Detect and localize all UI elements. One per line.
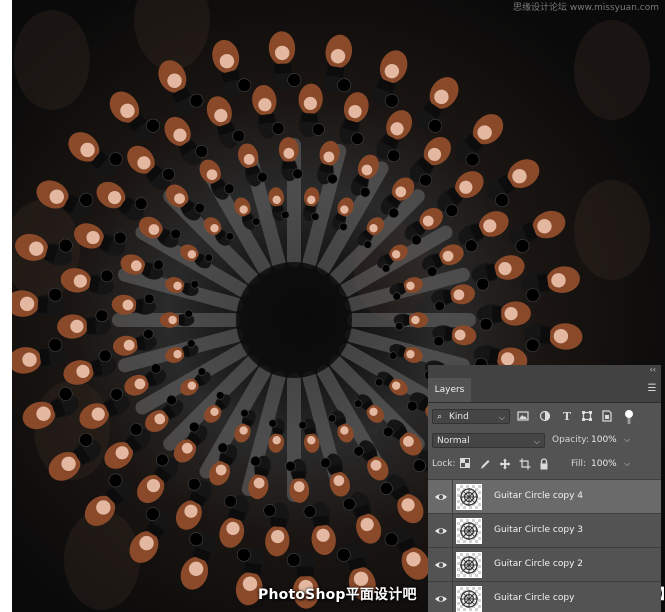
layer-thumbnail [456, 484, 482, 510]
lock-label: Lock: [432, 459, 456, 469]
filter-toggle-icon[interactable] [622, 409, 636, 424]
shape-filter-icon[interactable] [580, 410, 594, 424]
layer-thumbnail [456, 552, 482, 578]
layer-row[interactable]: Guitar Circle copy 2 [428, 547, 661, 582]
fill-label: Fill: [571, 459, 587, 469]
opacity-label: Opacity: [552, 435, 589, 445]
type-filter-icon[interactable]: T [560, 410, 574, 424]
lock-position-icon[interactable] [498, 458, 512, 472]
lock-all-icon[interactable] [537, 458, 551, 472]
smart-object-filter-icon[interactable] [600, 410, 614, 424]
lock-transparent-pixels-icon[interactable] [458, 458, 472, 472]
layer-name: Guitar Circle copy 3 [494, 525, 583, 535]
layer-name: Guitar Circle copy 2 [494, 559, 583, 569]
panel-menu-icon[interactable]: ☰ [645, 382, 659, 396]
fill-value[interactable]: 100% [591, 459, 617, 469]
lock-row: Lock: Fill: 100% ⌵ [428, 455, 661, 475]
fill-chevron-icon[interactable]: ⌵ [624, 459, 630, 469]
visibility-divider [452, 514, 453, 548]
opacity-chevron-icon[interactable]: ⌵ [624, 435, 630, 445]
search-icon: ⌕ [437, 412, 443, 422]
layer-name: Guitar Circle copy 4 [494, 491, 583, 501]
layer-row[interactable]: Guitar Circle copy 3 [428, 513, 661, 548]
opacity-value[interactable]: 100% [591, 435, 617, 445]
top-watermark: 思缘设计论坛 www.missyuan.com [513, 3, 659, 13]
panel-tab-row: Layers ☰ [428, 375, 661, 403]
visibility-divider [452, 480, 453, 514]
layer-row[interactable]: Guitar Circle copy [428, 581, 661, 612]
lock-image-pixels-icon[interactable] [478, 458, 492, 472]
eye-icon[interactable] [434, 592, 448, 606]
double-chevron-left-icon[interactable]: ‹‹ [650, 365, 656, 375]
adjustment-filter-icon[interactable] [538, 410, 552, 424]
kind-filter-label: Kind [449, 412, 469, 422]
lock-artboard-icon[interactable] [518, 458, 532, 472]
layer-name: Guitar Circle copy [494, 593, 575, 603]
chevron-down-icon: ⌵ [498, 413, 505, 422]
layer-thumbnail [456, 518, 482, 544]
filter-row: ⌕ Kind ⌵ T [428, 407, 661, 427]
layer-thumbnail [456, 586, 482, 612]
blend-row: Normal ⌵ Opacity: 100% ⌵ [428, 431, 661, 451]
layer-row[interactable]: Guitar Circle copy 4 [428, 479, 661, 514]
eye-icon[interactable] [434, 490, 448, 504]
kind-filter-select[interactable]: ⌕ Kind ⌵ [432, 409, 510, 424]
visibility-divider [452, 548, 453, 582]
layers-panel: ‹‹ Layers ☰ ⌕ Kind ⌵ T Normal ⌵ Opacity:… [428, 365, 661, 612]
blend-mode-value: Normal [437, 436, 470, 446]
eye-icon[interactable] [434, 524, 448, 538]
layers-list: Guitar Circle copy 4 Guitar Circle copy … [428, 479, 661, 612]
eye-icon[interactable] [434, 558, 448, 572]
visibility-divider [452, 582, 453, 612]
chevron-down-icon: ⌵ [533, 437, 540, 446]
blend-mode-select[interactable]: Normal ⌵ [432, 433, 545, 448]
panel-topbar: ‹‹ [428, 365, 661, 375]
image-filter-icon[interactable] [516, 410, 530, 424]
tab-layers[interactable]: Layers [428, 378, 471, 402]
